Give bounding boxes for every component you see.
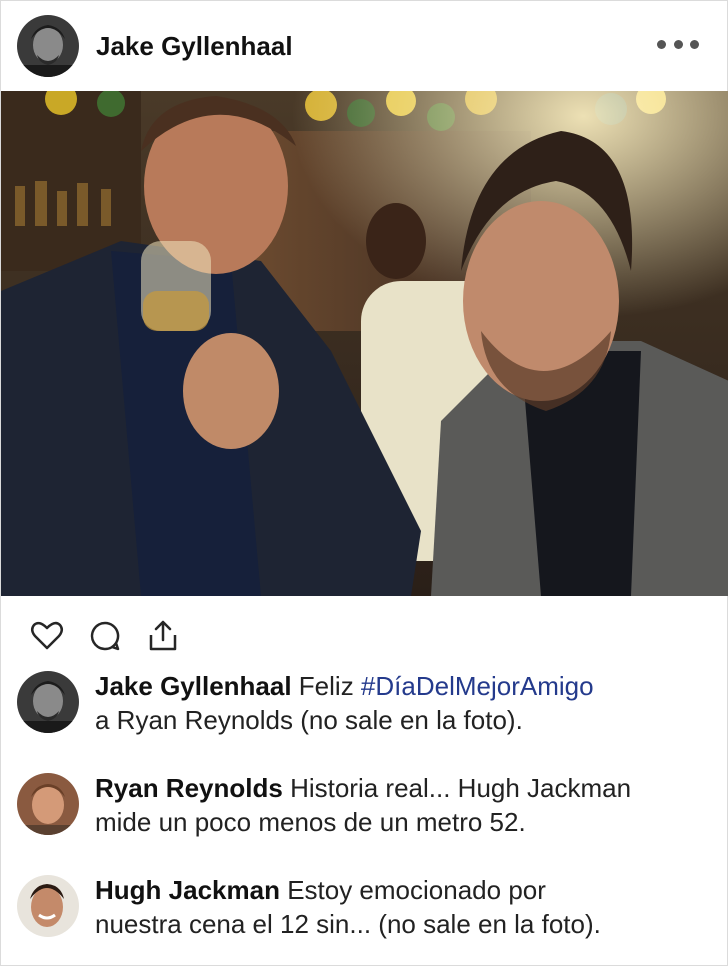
comment-avatar-ryan[interactable] (17, 773, 79, 835)
comment-item: Hugh Jackman Estoy emocionado por nuestr… (17, 873, 707, 941)
header-username[interactable]: Jake Gyllenhaal (96, 31, 293, 62)
comment-username[interactable]: Jake Gyllenhaal (95, 671, 292, 701)
avatar-ryan-image (17, 773, 79, 835)
comment-text-main: Estoy emocionado por (287, 875, 546, 905)
comment-item: Jake Gyllenhaal Feliz #DíaDelMejorAmigo … (17, 669, 707, 737)
comment-avatar-jake[interactable] (17, 671, 79, 733)
post-photo-image (1, 91, 728, 596)
comment-text-prefix: Feliz (298, 671, 361, 701)
avatar-hugh-image (17, 875, 79, 937)
comment-text: Ryan Reynolds Historia real... Hugh Jack… (95, 771, 631, 839)
comment-bubble-icon[interactable] (87, 618, 123, 654)
post-photo[interactable] (1, 91, 728, 596)
header-avatar[interactable] (17, 15, 79, 77)
more-options-icon[interactable] (657, 34, 699, 54)
more-dot (657, 39, 666, 49)
post-card: Jake Gyllenhaal Jake Gyllenhaal Feliz #D… (0, 0, 728, 966)
action-bar (29, 616, 181, 656)
comment-avatar-hugh[interactable] (17, 875, 79, 937)
comment-text-main: Historia real... Hugh Jackman (290, 773, 632, 803)
comment-text-line: mide un poco menos de un metro 52. (95, 807, 526, 837)
comment-text-line: nuestra cena el 12 sin... (no sale en la… (95, 909, 601, 939)
heart-icon[interactable] (29, 618, 65, 654)
comment-item: Ryan Reynolds Historia real... Hugh Jack… (17, 771, 707, 839)
more-dot (690, 39, 699, 49)
avatar-jake-image (17, 15, 79, 77)
avatar-jake-image (17, 671, 79, 733)
comment-username[interactable]: Ryan Reynolds (95, 773, 283, 803)
comment-text: Hugh Jackman Estoy emocionado por nuestr… (95, 873, 601, 941)
post-header: Jake Gyllenhaal (1, 1, 727, 91)
share-upload-icon[interactable] (145, 618, 181, 654)
comment-text: Jake Gyllenhaal Feliz #DíaDelMejorAmigo … (95, 669, 594, 737)
comment-username[interactable]: Hugh Jackman (95, 875, 280, 905)
comment-text-line: a Ryan Reynolds (no sale en la foto). (95, 705, 523, 735)
hashtag-link[interactable]: #DíaDelMejorAmigo (361, 671, 594, 701)
more-dot (673, 39, 683, 49)
